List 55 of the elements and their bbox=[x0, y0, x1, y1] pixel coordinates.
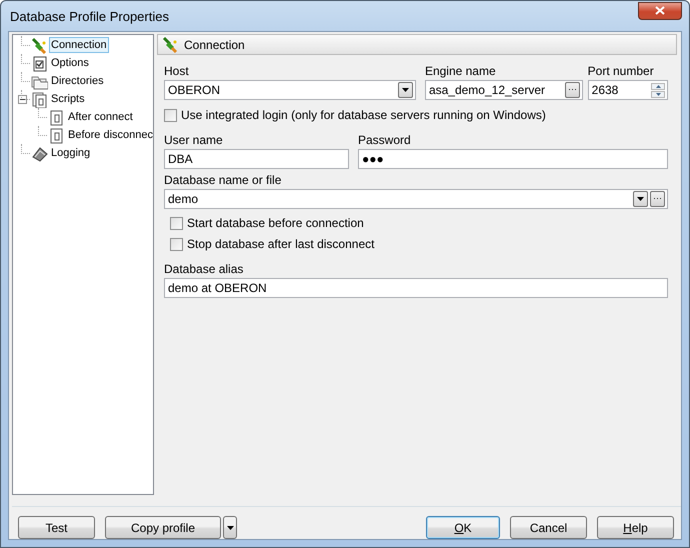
field-label: Password bbox=[358, 133, 412, 147]
field-label: Port number bbox=[588, 64, 655, 78]
dropdown-arrow-icon bbox=[637, 197, 644, 201]
collapse-toggle[interactable] bbox=[18, 94, 27, 104]
dialog-button[interactable]: Cancel bbox=[510, 516, 587, 539]
tree-item[interactable]: Logging bbox=[49, 145, 92, 161]
dialog-button[interactable]: Copy profile bbox=[105, 516, 221, 539]
field-label: Database name or file bbox=[164, 173, 282, 187]
caret-icon bbox=[226, 526, 234, 530]
tree-item[interactable]: Directories bbox=[49, 73, 106, 89]
dropdown-button[interactable] bbox=[398, 82, 413, 98]
close-icon bbox=[655, 6, 665, 15]
port-spinbox[interactable]: 2638 bbox=[588, 80, 668, 100]
tree-item[interactable]: Before disconnec bbox=[66, 127, 153, 143]
checkbox[interactable] bbox=[170, 216, 183, 230]
field-label: Database alias bbox=[164, 262, 244, 276]
checkbox-label: Start database before connection bbox=[187, 216, 364, 230]
database-dropdown[interactable]: demo bbox=[164, 189, 668, 209]
spin-buttons[interactable] bbox=[651, 82, 665, 98]
engine-field[interactable]: asa_demo_12_server bbox=[424, 80, 583, 100]
username-field[interactable]: DBA bbox=[164, 149, 349, 169]
checkbox[interactable] bbox=[164, 108, 177, 122]
dialog-button[interactable]: OK bbox=[426, 516, 500, 539]
field-label: Host bbox=[164, 64, 190, 78]
dialog-button[interactable]: Test bbox=[18, 516, 95, 539]
document-icon bbox=[48, 108, 65, 126]
tree-item[interactable]: Connection bbox=[49, 37, 109, 53]
document-icon bbox=[48, 126, 65, 144]
host-dropdown[interactable]: OBERON bbox=[164, 80, 416, 100]
down-arrow-icon bbox=[656, 92, 660, 96]
dropdown-button[interactable] bbox=[633, 191, 648, 207]
dropdown-button[interactable] bbox=[223, 516, 237, 539]
checkbox-label: Stop database after last disconnect bbox=[187, 237, 374, 251]
up-arrow-icon bbox=[656, 84, 660, 88]
logbook-icon bbox=[31, 144, 48, 162]
documents-icon bbox=[31, 90, 48, 108]
tree-item[interactable]: Options bbox=[49, 55, 91, 71]
browse-button[interactable] bbox=[650, 191, 665, 207]
window-title: Database Profile Properties bbox=[9, 8, 169, 24]
plug-icon bbox=[162, 36, 179, 53]
field-label: User name bbox=[164, 133, 224, 147]
plug-icon bbox=[31, 36, 48, 54]
section-title: Connection bbox=[184, 38, 245, 52]
alias-field[interactable]: demo at OBERON bbox=[164, 278, 668, 298]
checkbox[interactable] bbox=[170, 238, 183, 250]
dialog-button[interactable]: Help bbox=[597, 516, 674, 539]
password-field[interactable]: ●●● bbox=[358, 149, 668, 169]
tree-item[interactable]: After connect bbox=[66, 109, 135, 125]
field-label: Engine name bbox=[424, 64, 497, 78]
browse-button[interactable] bbox=[564, 82, 580, 98]
tree-item[interactable]: Scripts bbox=[49, 91, 87, 107]
dropdown-arrow-icon bbox=[402, 88, 409, 92]
close-button[interactable] bbox=[638, 2, 682, 20]
checklist-icon bbox=[31, 54, 48, 72]
checkbox-label: Use integrated login (only for database servers running on Windows) bbox=[181, 108, 546, 122]
